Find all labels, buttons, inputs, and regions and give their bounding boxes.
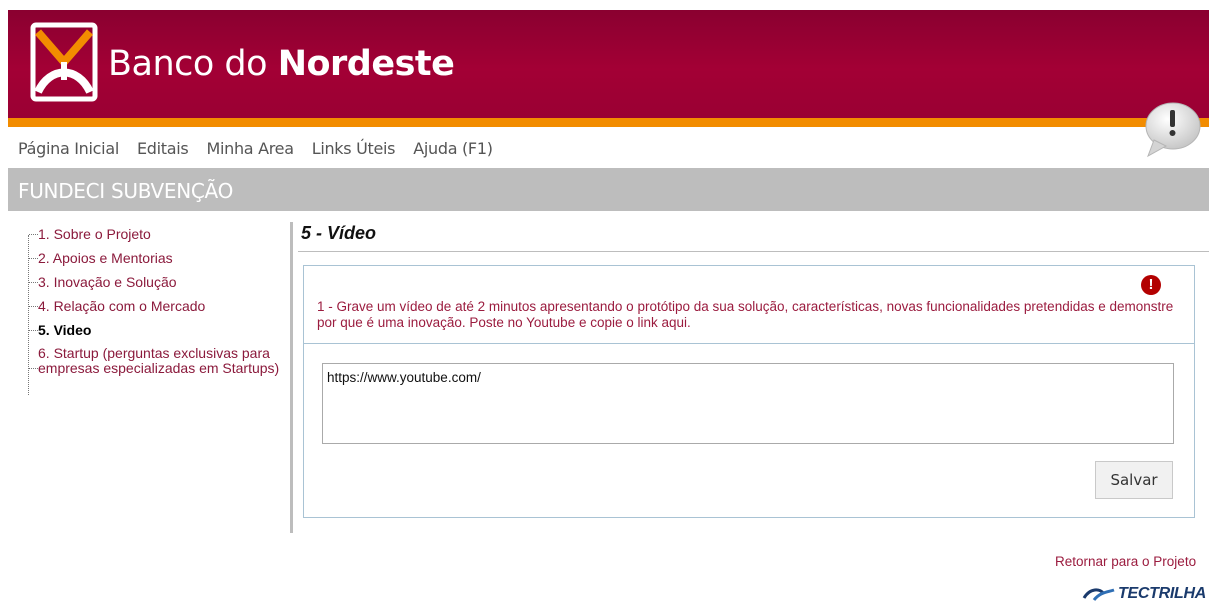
- question-text: 1 - Grave um vídeo de até 2 minutos apre…: [317, 299, 1174, 330]
- tree-item-video[interactable]: 5. Video: [22, 322, 292, 338]
- alert-icon: !: [1141, 275, 1161, 295]
- vendor-name: TECTRILHA: [1118, 585, 1206, 602]
- tree-item-relacao-mercado[interactable]: 4. Relação com o Mercado: [22, 298, 292, 314]
- vendor-logo-icon: [1082, 588, 1115, 601]
- tree-item-startup[interactable]: 6. Startup (perguntas exclusivas para em…: [22, 346, 292, 376]
- tree-item-sobre-projeto[interactable]: 1. Sobre o Projeto: [22, 226, 292, 242]
- section-bar: FUNDECI SUBVENÇÃO: [8, 168, 1209, 211]
- bank-name-light: Banco do: [108, 44, 278, 84]
- question-panel: ! 1 - Grave um vídeo de até 2 minutos ap…: [303, 265, 1195, 518]
- video-link-input[interactable]: [322, 363, 1174, 444]
- nav-minha-area[interactable]: Minha Area: [206, 139, 294, 163]
- sidebar-divider: [290, 222, 293, 533]
- bank-logo-icon[interactable]: [30, 22, 98, 102]
- nav-pagina-inicial[interactable]: Página Inicial: [18, 139, 119, 163]
- help-bubble-icon[interactable]: [1140, 98, 1202, 160]
- section-title: FUNDECI SUBVENÇÃO: [18, 179, 234, 203]
- title-divider: [298, 251, 1209, 252]
- project-steps-tree: 1. Sobre o Projeto 2. Apoios e Mentorias…: [22, 226, 292, 384]
- bank-name-bold: Nordeste: [277, 44, 455, 84]
- tree-item-inovacao-solucao[interactable]: 3. Inovação e Solução: [22, 274, 292, 290]
- nav-editais[interactable]: Editais: [137, 139, 189, 163]
- page-title: 5 - Vídeo: [301, 223, 377, 243]
- tree-item-apoios-mentorias[interactable]: 2. Apoios e Mentorias: [22, 250, 292, 266]
- question-header: ! 1 - Grave um vídeo de até 2 minutos ap…: [304, 266, 1194, 344]
- save-button[interactable]: Salvar: [1095, 461, 1173, 499]
- return-to-project-link[interactable]: Retornar para o Projeto: [1055, 554, 1196, 569]
- vendor-logo: TECTRILHA: [1082, 583, 1206, 605]
- bank-name: Banco do Nordeste: [108, 44, 455, 84]
- header-accent-bar: [8, 118, 1209, 127]
- top-navigation: Página Inicial Editais Minha Area Links …: [18, 139, 511, 163]
- nav-ajuda[interactable]: Ajuda (F1): [413, 139, 493, 163]
- nav-links-uteis[interactable]: Links Úteis: [312, 139, 396, 163]
